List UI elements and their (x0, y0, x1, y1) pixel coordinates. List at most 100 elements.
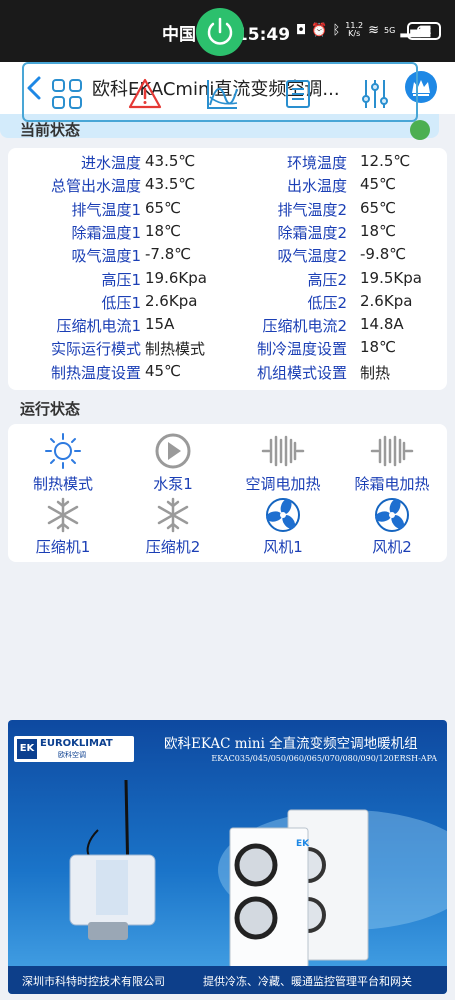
product-banner[interactable]: EK EUROKLIMAT 欧科空调 欧科EKAC mini 全直流变频空调地暖… (8, 720, 447, 994)
run-item-label: 风机2 (372, 538, 412, 556)
status-value: 12.5℃ (360, 152, 411, 170)
run-item-compressor-2: 压缩机2 (118, 497, 228, 557)
run-item-label: 空调电加热 (245, 475, 321, 493)
status-row: 高压1 19.6Kpa 高压2 19.5Kpa (8, 269, 447, 292)
battery-icon: 62 (407, 22, 441, 40)
snowflake-icon (157, 497, 189, 533)
network-type: 5G (384, 25, 396, 35)
status-label: 实际运行模式 (50, 340, 141, 359)
status-row: 除霜温度1 18℃ 除霜温度2 18℃ (8, 222, 447, 245)
grid-icon[interactable] (50, 77, 84, 111)
status-label: 除霜温度2 (277, 223, 347, 242)
status-label: 低压1 (101, 293, 141, 312)
play-icon (155, 433, 191, 469)
power-button[interactable] (196, 8, 244, 56)
bluetooth-icon: ᛒ (332, 22, 341, 38)
status-label: 进水温度 (80, 154, 141, 172)
snowflake-icon (47, 497, 79, 533)
run-item-ac-heater: 空调电加热 (228, 432, 338, 494)
sun-icon (45, 433, 81, 469)
status-label: 吸气温度2 (277, 247, 347, 266)
status-value: 19.5Kpa (360, 268, 422, 287)
footer-services: 提供冷冻、冷藏、暖通监控管理平台和网关 (203, 975, 412, 988)
run-item-heating-mode: 制热模式 (8, 432, 118, 494)
status-value: 18℃ (145, 221, 181, 240)
status-value: 2.6Kpa (145, 291, 198, 310)
footer-company: 深圳市科特时控技术有限公司 (22, 975, 165, 988)
status-value: 制热模式 (145, 340, 206, 359)
run-item-compressor-1: 压缩机1 (8, 497, 118, 557)
status-value: 43.5℃ (145, 152, 196, 170)
run-status-heading: 运行状态 (20, 400, 81, 418)
status-value: 18℃ (360, 221, 396, 240)
run-item-label: 制热模式 (32, 475, 93, 493)
heater-coil-icon (261, 435, 305, 467)
run-item-label: 压缩机2 (145, 538, 201, 556)
run-item-pump-1: 水泵1 (118, 432, 228, 494)
run-item-defrost-heater: 除霜电加热 (337, 432, 447, 494)
fan-icon (266, 498, 300, 532)
status-label: 排气温度1 (71, 200, 141, 219)
heater-coil-icon (370, 435, 414, 467)
status-label: 压缩机电流2 (262, 317, 347, 336)
run-item-label: 水泵1 (153, 475, 193, 493)
current-status-heading: 当前状态 (20, 121, 81, 139)
status-value: 45℃ (360, 175, 396, 194)
run-item-label: 风机1 (263, 538, 303, 556)
status-row: 低压1 2.6Kpa 低压2 2.6Kpa (8, 292, 447, 315)
status-value: 18℃ (360, 338, 396, 357)
current-status-card: 进水温度 43.5℃ 环境温度 12.5℃ 总管出水温度 43.5℃ 出水温度 45℃ 排气温度… (8, 148, 447, 390)
run-item-fan-2: 风机2 (337, 497, 447, 557)
status-value: 43.5℃ (145, 175, 196, 194)
status-value: 2.6Kpa (360, 291, 413, 310)
status-value: -9.8℃ (360, 245, 407, 264)
alarm-icon[interactable] (128, 77, 162, 111)
status-value: 制热 (360, 363, 391, 382)
nfc-icon: ◘ (296, 22, 307, 38)
settings-icon[interactable] (358, 77, 392, 111)
run-status-card: 制热模式 水泵1 空调电加热 除霜电加热 压缩机1 压缩机2 风机1 风机2 (8, 424, 447, 562)
status-row: 排气温度1 65℃ 排气温度2 65℃ (8, 199, 447, 222)
run-item-label: 除霜电加热 (354, 475, 430, 493)
banner-footer: 深圳市科特时控技术有限公司 提供冷冻、冷藏、暖通监控管理平台和网关 (8, 966, 447, 994)
status-row: 压缩机电流1 15A 压缩机电流2 14.8A (8, 315, 447, 338)
online-indicator (410, 120, 430, 140)
status-value: 19.6Kpa (145, 268, 207, 287)
status-label: 环境温度 (286, 154, 347, 172)
status-row: 吸气温度1 -7.8℃ 吸气温度2 -9.8℃ (8, 245, 447, 268)
status-value: 65℃ (360, 198, 396, 217)
status-value: 65℃ (145, 198, 181, 217)
status-value: 15A (145, 315, 175, 334)
chart-icon[interactable] (205, 77, 239, 111)
status-row: 进水温度 43.5℃ 环境温度 12.5℃ (8, 152, 447, 175)
status-value: 14.8A (360, 315, 404, 334)
status-label: 制冷温度设置 (256, 340, 347, 359)
status-row: 制热温度设置 45℃ 机组模式设置 制热 (8, 362, 447, 385)
run-item-label: 压缩机1 (35, 538, 91, 556)
fan-icon (375, 498, 409, 532)
status-value: 45℃ (145, 361, 181, 380)
status-label: 高压2 (307, 270, 347, 289)
status-row: 实际运行模式 制热模式 制冷温度设置 18℃ (8, 338, 447, 361)
list-icon[interactable] (281, 77, 315, 111)
status-label: 压缩机电流1 (56, 317, 141, 336)
wifi-icon: ≋ (368, 22, 380, 38)
network-speed: 11.2 K/s (345, 21, 364, 38)
status-label: 低压2 (307, 293, 347, 312)
svg-text:EK: EK (296, 839, 310, 849)
alarm-clock-icon: ⏰ (311, 22, 328, 38)
status-label: 总管出水温度 (50, 177, 141, 196)
power-icon (207, 17, 233, 45)
status-value: -7.8℃ (145, 245, 192, 264)
status-label: 除霜温度1 (71, 223, 141, 242)
status-label: 制热温度设置 (50, 363, 141, 382)
status-label: 排气温度2 (277, 200, 347, 219)
status-label: 吸气温度1 (71, 247, 141, 266)
tool-bar (22, 62, 418, 122)
status-row: 总管出水温度 43.5℃ 出水温度 45℃ (8, 175, 447, 198)
run-item-fan-1: 风机1 (228, 497, 338, 557)
status-label: 机组模式设置 (256, 363, 347, 382)
status-label: 出水温度 (286, 177, 347, 196)
status-label: 高压1 (101, 270, 141, 289)
product-illustration: EK (69, 779, 447, 966)
